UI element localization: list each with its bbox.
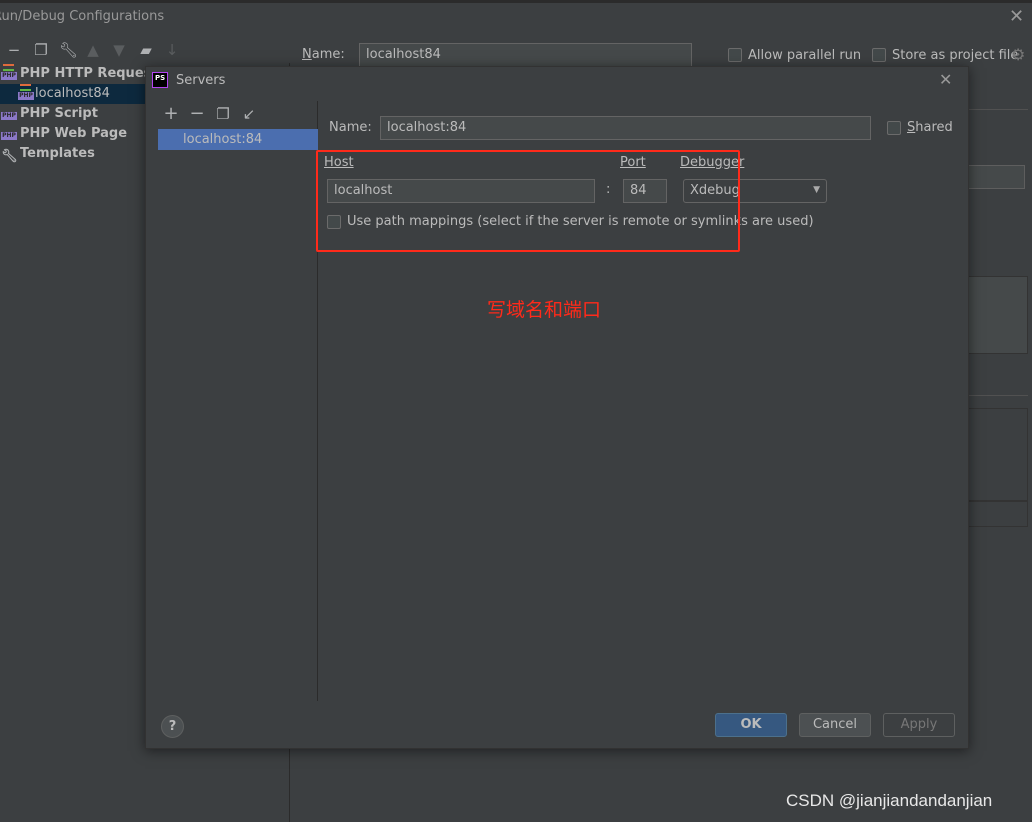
watermark: CSDN @jianjiandandanjian xyxy=(786,791,993,810)
tree-item-localhost84[interactable]: PHP localhost84 xyxy=(0,84,145,104)
dialog-close-icon[interactable]: ✕ xyxy=(939,70,952,89)
window-title: Run/Debug Configurations xyxy=(0,9,165,24)
php-script-icon: PHP xyxy=(1,112,17,120)
phpstorm-logo-icon: PS xyxy=(152,72,168,88)
import-icon[interactable]: ↙ xyxy=(241,106,257,122)
config-name-input[interactable]: localhost84 xyxy=(359,43,692,67)
shared-checkbox[interactable] xyxy=(887,121,901,135)
bg-panel xyxy=(968,408,1028,501)
php-http-icon: PHP xyxy=(18,84,34,100)
bg-field xyxy=(968,165,1025,189)
tree-item-php-web-page[interactable]: PHP PHP Web Page xyxy=(1,124,127,144)
copy-icon[interactable]: ❐ xyxy=(215,106,231,122)
dialog-title: Servers xyxy=(176,73,226,88)
new-folder-icon[interactable]: ▰ xyxy=(138,42,154,58)
server-list-item[interactable]: localhost:84 xyxy=(158,129,318,150)
sort-icon[interactable]: ↓ xyxy=(164,42,180,58)
bg-divider xyxy=(968,109,1028,110)
wrench-icon: 🔧︎ xyxy=(1,149,18,164)
php-web-page-icon: PHP xyxy=(1,132,17,140)
minus-icon[interactable]: − xyxy=(6,42,22,58)
apply-button[interactable]: Apply xyxy=(883,713,955,737)
allow-parallel-checkbox[interactable] xyxy=(728,48,742,62)
tree-item-php-http-request[interactable]: PHP PHP HTTP Request xyxy=(1,64,158,84)
gear-icon[interactable]: ⚙ xyxy=(1011,45,1025,64)
wrench-icon[interactable]: 🔧︎ xyxy=(59,42,78,58)
tree-item-templates[interactable]: 🔧︎ Templates xyxy=(1,144,95,164)
store-project-label: Store as project file xyxy=(892,48,1019,63)
server-name-input[interactable]: localhost:84 xyxy=(380,116,871,140)
copy-icon[interactable]: ❐ xyxy=(33,42,49,58)
tree-item-php-script[interactable]: PHP PHP Script xyxy=(1,104,98,124)
help-button[interactable]: ? xyxy=(161,715,184,738)
server-list-panel xyxy=(146,101,318,701)
php-http-icon: PHP xyxy=(1,64,17,80)
allow-parallel-label: Allow parallel run xyxy=(748,48,862,63)
ok-button[interactable]: OK xyxy=(715,713,787,737)
arrow-up-icon[interactable]: ▲ xyxy=(85,42,101,58)
add-icon[interactable]: + xyxy=(163,105,179,123)
cancel-button[interactable]: Cancel xyxy=(799,713,871,737)
window-close-icon[interactable]: ✕ xyxy=(1009,6,1024,27)
config-name-label: Name: xyxy=(302,47,345,62)
server-name-label: Name: xyxy=(329,120,372,135)
annotation-text: 写域名和端口 xyxy=(487,299,602,321)
shared-label: Shared xyxy=(907,120,953,135)
bg-panel xyxy=(968,501,1028,527)
arrow-down-icon[interactable]: ▼ xyxy=(111,42,127,58)
annotation-box xyxy=(316,150,740,252)
store-project-checkbox[interactable] xyxy=(872,48,886,62)
bg-panel xyxy=(968,276,1028,354)
top-strip xyxy=(0,0,1032,3)
remove-icon[interactable]: − xyxy=(189,105,205,123)
chevron-down-icon: ▼ xyxy=(813,185,820,195)
servers-dialog: PS Servers ✕ + − ❐ ↙ localhost:84 Name: … xyxy=(145,66,969,749)
bg-divider xyxy=(968,395,1028,396)
